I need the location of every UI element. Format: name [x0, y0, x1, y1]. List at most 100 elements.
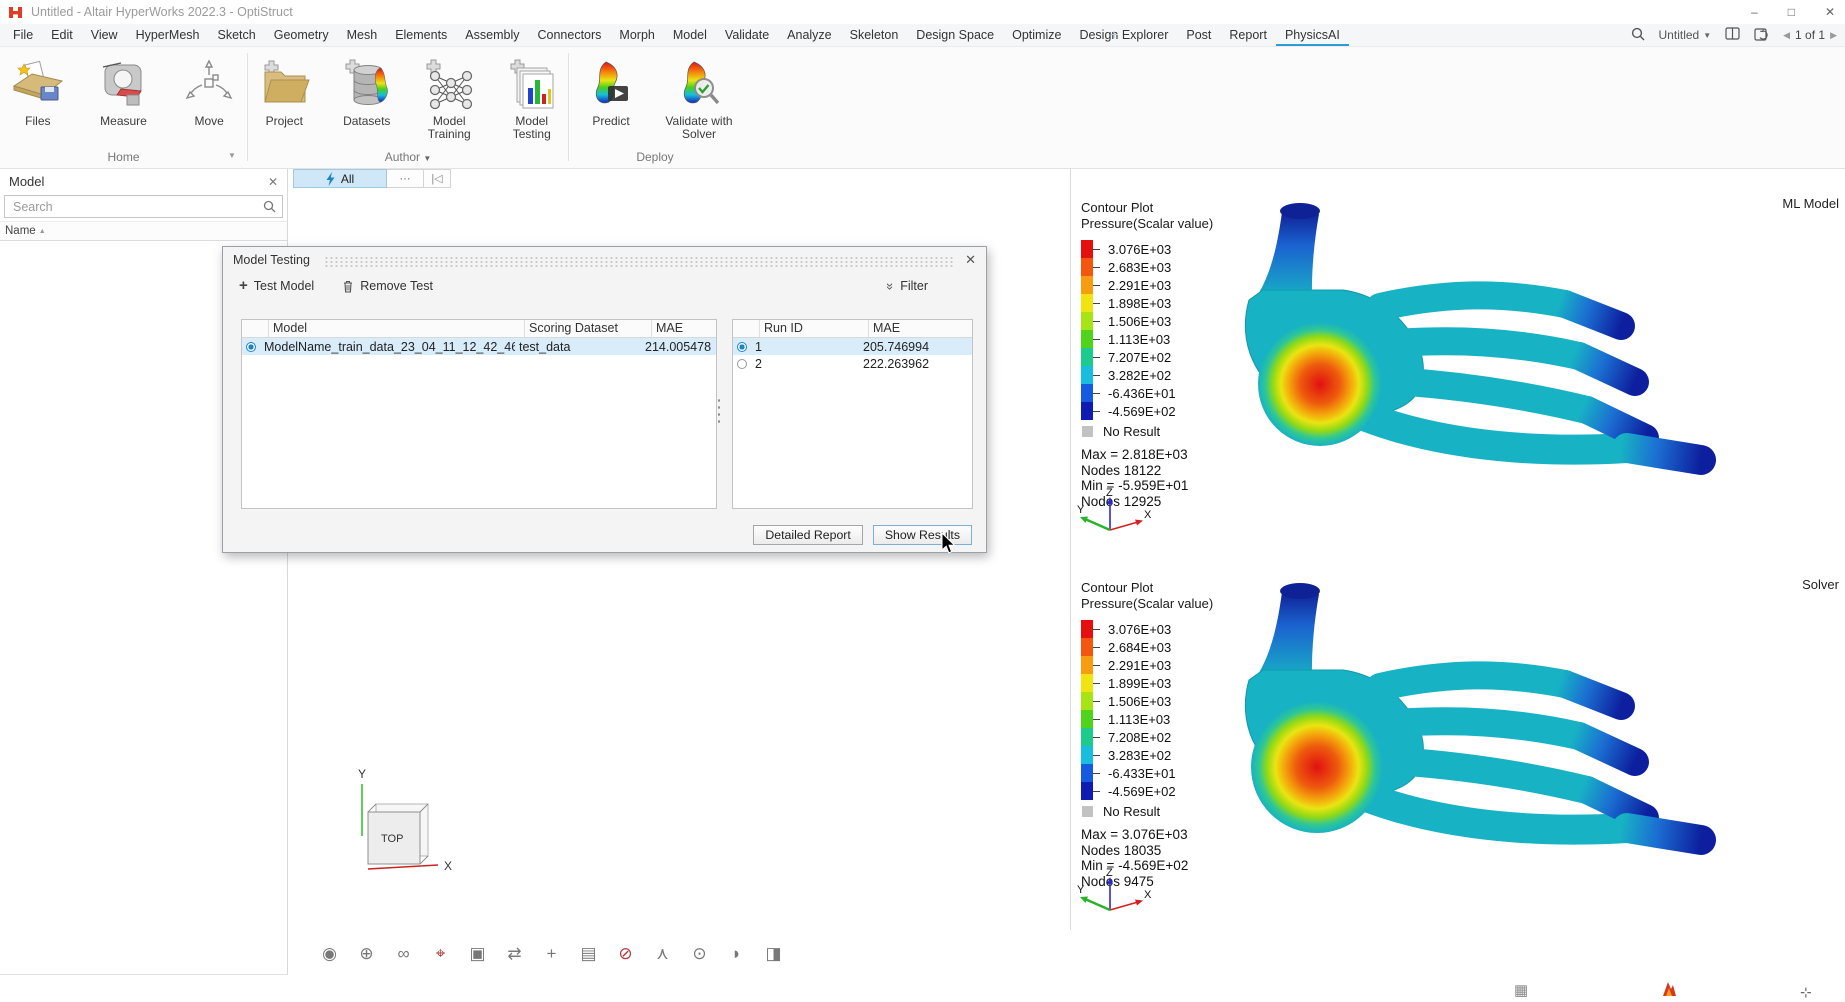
maximize-icon[interactable]: □ [1788, 5, 1795, 19]
menubar-item[interactable]: Connectors [528, 24, 610, 46]
menubar-item[interactable]: Model [664, 24, 716, 46]
predict-tool[interactable]: Predict [572, 55, 650, 128]
model-training-tool[interactable]: Model Training [413, 55, 486, 141]
legend-color-swatch [1081, 692, 1093, 710]
run-id-cell: 1 [751, 340, 859, 354]
legend-color-swatch [1081, 258, 1093, 276]
run-id-column-header[interactable]: Run ID [759, 320, 868, 337]
menubar-item[interactable]: Analyze [778, 24, 840, 46]
mae-column-header[interactable]: MAE [868, 320, 972, 337]
add-ribbon-icon[interactable]: + [1110, 26, 1118, 42]
dialog-close-icon[interactable]: ✕ [965, 252, 976, 268]
project-tool[interactable]: Project [248, 55, 321, 128]
zoom-selection-icon[interactable]: ⊙ [688, 941, 711, 966]
minimize-icon[interactable]: – [1751, 5, 1758, 19]
viewport-divider[interactable] [1070, 169, 1071, 930]
datasets-tool[interactable]: Datasets [331, 55, 404, 128]
menubar-item[interactable]: Geometry [265, 24, 338, 46]
table-splitter-handle[interactable] [716, 397, 722, 427]
model-table-row[interactable]: ModelName_train_data_23_04_11_12_42_46 t… [242, 338, 716, 355]
section-cut-icon[interactable]: ◗ [725, 941, 748, 966]
search-input[interactable] [11, 199, 263, 215]
page-prev-icon[interactable]: ◀ [1783, 30, 1790, 41]
menubar-item[interactable]: Design Explorer [1070, 24, 1177, 46]
menubar-item[interactable]: View [82, 24, 127, 46]
project-label: Project [266, 115, 303, 128]
row-radio[interactable] [737, 342, 747, 352]
solver-contour-model[interactable] [1185, 572, 1725, 862]
collapse-toolbar-button[interactable]: |◁ [424, 169, 451, 188]
search-icon[interactable] [1631, 27, 1645, 44]
move-tool[interactable]: Move [171, 55, 247, 128]
row-radio[interactable] [246, 342, 256, 352]
triad-toggle-icon[interactable]: ⋏ [651, 941, 674, 966]
scoring-dataset-column-header[interactable]: Scoring Dataset [524, 320, 651, 337]
menubar-item[interactable]: PhysicsAI [1276, 24, 1349, 46]
menubar-item[interactable]: Skeleton [841, 24, 908, 46]
measure-icon[interactable]: + [540, 941, 563, 966]
filter-button[interactable]: » Filter [887, 279, 928, 294]
ml-contour-model[interactable] [1185, 192, 1725, 482]
menubar-item[interactable]: Morph [610, 24, 663, 46]
menubar-item[interactable]: Validate [716, 24, 778, 46]
legend-display-icon[interactable]: ▤ [577, 941, 600, 966]
legend-value: -4.569E+02 [1108, 784, 1176, 799]
validate-with-solver-tool[interactable]: Validate with Solver [660, 55, 738, 141]
panel-close-icon[interactable]: ✕ [268, 175, 278, 189]
move-model-icon[interactable]: ⇄ [503, 941, 526, 966]
dynamic-view-icon[interactable]: ◉ [318, 941, 341, 966]
chevron-down-icon[interactable]: ▼ [423, 154, 431, 163]
view-cube[interactable]: Y TOP X [348, 762, 466, 882]
model-testing-tool[interactable]: Model Testing [496, 55, 569, 141]
menubar-item[interactable]: Edit [42, 24, 82, 46]
model-column-header[interactable]: Model [268, 320, 524, 337]
name-column-header[interactable]: Name ▲ [0, 221, 287, 241]
ribbon-group-home: Files Measure [0, 47, 247, 168]
run-table-row[interactable]: 1 205.746994 [733, 338, 972, 355]
measure-tool[interactable]: Measure [86, 55, 162, 128]
show-results-button[interactable]: Show Results [873, 525, 972, 545]
scoring-dataset-cell: test_data [515, 340, 641, 354]
menubar-item[interactable]: Post [1177, 24, 1220, 46]
graphics-window-icon[interactable]: ▦ [1514, 981, 1528, 999]
search-entities-icon[interactable]: ∞ [392, 941, 415, 966]
row-radio[interactable] [737, 359, 747, 369]
legend-tick [1093, 303, 1100, 304]
pan-view-icon[interactable]: ⊹ [1800, 984, 1812, 1001]
drag-handle[interactable] [324, 256, 955, 267]
run-table-row[interactable]: 2 222.263962 [733, 355, 972, 372]
spherical-view-icon[interactable]: ⊕ [355, 941, 378, 966]
test-model-button[interactable]: + Test Model [239, 279, 314, 293]
view-cube-face-label[interactable]: TOP [381, 833, 403, 845]
remove-test-button[interactable]: Remove Test [342, 279, 433, 293]
entity-filter-all-button[interactable]: All [293, 169, 387, 188]
lock-view-icon[interactable]: ◨ [762, 941, 785, 966]
mae-column-header[interactable]: MAE [651, 320, 716, 337]
menubar-item[interactable]: File [4, 24, 42, 46]
fit-view-icon[interactable]: ⌖ [429, 941, 452, 966]
hide-graphics-icon[interactable]: ⊘ [614, 941, 637, 966]
menubar-item[interactable]: Report [1220, 24, 1276, 46]
dialog-title-bar[interactable]: Model Testing ✕ [223, 247, 986, 273]
legend-value: -4.569E+02 [1108, 404, 1176, 419]
menubar-item[interactable]: Sketch [209, 24, 265, 46]
screen-capture-icon[interactable]: ▣ [466, 941, 489, 966]
close-icon[interactable]: ✕ [1825, 5, 1835, 19]
menubar-item[interactable]: Design Space [907, 24, 1003, 46]
menubar-item[interactable]: Elements [386, 24, 456, 46]
menubar-item[interactable]: HyperMesh [127, 24, 209, 46]
legend-color-swatch [1081, 746, 1093, 764]
session-selector[interactable]: Untitled ▼ [1659, 28, 1712, 42]
files-tool[interactable]: Files [0, 55, 76, 128]
run-table: Run ID MAE 1 205.746994 2 222.263962 [732, 319, 973, 509]
legend-value: 7.208E+02 [1108, 730, 1171, 745]
page-layout-icon[interactable] [1725, 27, 1740, 43]
menubar-item[interactable]: Optimize [1003, 24, 1070, 46]
page-next-icon[interactable]: ▶ [1830, 30, 1837, 41]
detailed-report-button[interactable]: Detailed Report [753, 525, 862, 545]
page-history-icon[interactable] [1754, 27, 1769, 44]
legend-tick [1093, 321, 1100, 322]
menubar-item[interactable]: Mesh [338, 24, 387, 46]
entity-more-button[interactable]: ⋯ [387, 169, 424, 188]
menubar-item[interactable]: Assembly [456, 24, 528, 46]
